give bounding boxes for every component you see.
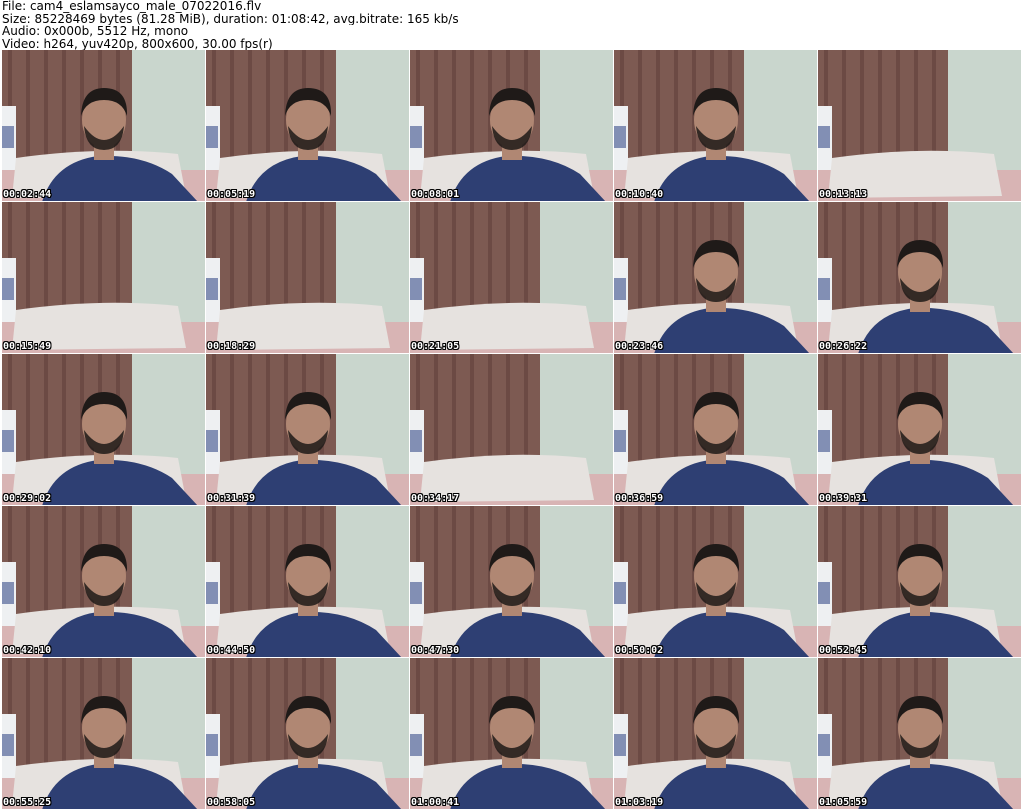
video-thumbnail: 00:05:19	[206, 50, 410, 202]
thumbnail-timestamp: 00:13:13	[819, 189, 868, 200]
thumbnail-timestamp: 00:18:29	[207, 341, 256, 352]
thumbnail-timestamp: 00:52:45	[819, 645, 868, 656]
thumbnail-frame-image	[2, 50, 205, 201]
thumbnail-frame-image	[818, 658, 1021, 809]
video-thumbnail: 00:31:39	[206, 354, 410, 506]
video-thumbnail: 01:00:41	[410, 658, 614, 810]
thumbnail-timestamp: 00:29:02	[3, 493, 52, 504]
thumbnail-timestamp: 01:05:59	[819, 797, 868, 808]
thumbnail-frame-image	[410, 202, 613, 353]
video-thumbnail: 00:39:31	[818, 354, 1022, 506]
file-name-line: File: cam4_eslamsayco_male_07022016.flv	[2, 0, 262, 13]
thumbnail-frame-image	[206, 354, 409, 505]
video-thumbnail: 00:42:10	[2, 506, 206, 658]
video-thumbnail: 00:21:05	[410, 202, 614, 354]
video-thumbnail: 00:47:30	[410, 506, 614, 658]
thumbnail-timestamp: 00:58:05	[207, 797, 256, 808]
video-thumbnail: 00:44:50	[206, 506, 410, 658]
thumbnail-timestamp: 01:03:19	[615, 797, 664, 808]
thumbnail-timestamp: 00:26:22	[819, 341, 868, 352]
thumbnail-timestamp: 00:42:10	[3, 645, 52, 656]
thumbnail-frame-image	[410, 506, 613, 657]
thumbnail-frame-image	[614, 354, 817, 505]
thumbnail-frame-image	[410, 354, 613, 505]
thumbnail-frame-image	[614, 50, 817, 201]
thumbnail-timestamp: 00:36:59	[615, 493, 664, 504]
video-info-line: Video: h264, yuv420p, 800x600, 30.00 fps…	[2, 37, 273, 50]
thumbnail-frame-image	[2, 354, 205, 505]
thumbnail-frame-image	[410, 658, 613, 809]
video-thumbnail: 00:29:02	[2, 354, 206, 506]
thumbnail-timestamp: 00:02:44	[3, 189, 52, 200]
thumbnail-timestamp: 00:44:50	[207, 645, 256, 656]
thumbnail-timestamp: 00:39:31	[819, 493, 868, 504]
thumbnail-timestamp: 00:08:01	[411, 189, 460, 200]
video-thumbnail: 00:13:13	[818, 50, 1022, 202]
video-thumbnail: 00:15:49	[2, 202, 206, 354]
thumbnail-frame-image	[2, 506, 205, 657]
thumbnail-frame-image	[818, 354, 1021, 505]
thumbnail-timestamp: 01:00:41	[411, 797, 460, 808]
thumbnail-grid: 00:02:44 00:05:19 00:08:01 00:10:40 00:13:13…	[2, 50, 1022, 810]
thumbnail-frame-image	[206, 202, 409, 353]
thumbnail-frame-image	[818, 50, 1021, 201]
thumbnail-timestamp: 00:15:49	[3, 341, 52, 352]
thumbnail-frame-image	[818, 202, 1021, 353]
thumbnail-frame-image	[410, 50, 613, 201]
thumbnail-timestamp: 00:55:25	[3, 797, 52, 808]
video-thumbnail: 00:36:59	[614, 354, 818, 506]
video-thumbnail: 00:23:46	[614, 202, 818, 354]
thumbnail-frame-image	[206, 658, 409, 809]
thumbnail-timestamp: 00:10:40	[615, 189, 664, 200]
video-thumbnail: 01:03:19	[614, 658, 818, 810]
thumbnail-timestamp: 00:23:46	[615, 341, 664, 352]
thumbnail-frame-image	[2, 202, 205, 353]
thumbnail-frame-image	[614, 658, 817, 809]
thumbnail-frame-image	[206, 50, 409, 201]
thumbnail-timestamp: 00:21:05	[411, 341, 460, 352]
thumbnail-timestamp: 00:05:19	[207, 189, 256, 200]
video-thumbnail: 00:50:02	[614, 506, 818, 658]
video-thumbnail: 00:08:01	[410, 50, 614, 202]
video-thumbnail: 00:34:17	[410, 354, 614, 506]
video-thumbnail: 00:55:25	[2, 658, 206, 810]
thumbnail-frame-image	[206, 506, 409, 657]
thumbnail-timestamp: 00:50:02	[615, 645, 664, 656]
video-thumbnail: 00:52:45	[818, 506, 1022, 658]
video-thumbnail: 00:18:29	[206, 202, 410, 354]
thumbnail-frame-image	[614, 506, 817, 657]
thumbnail-frame-image	[818, 506, 1021, 657]
thumbnail-timestamp: 00:31:39	[207, 493, 256, 504]
video-thumbnail: 00:02:44	[2, 50, 206, 202]
thumbnail-frame-image	[2, 658, 205, 809]
thumbnail-frame-image	[614, 202, 817, 353]
video-thumbnail: 01:05:59	[818, 658, 1022, 810]
video-thumbnail: 00:26:22	[818, 202, 1022, 354]
file-size-line: Size: 85228469 bytes (81.28 MiB), durati…	[2, 12, 459, 25]
thumbnail-timestamp: 00:34:17	[411, 493, 460, 504]
thumbnail-timestamp: 00:47:30	[411, 645, 460, 656]
file-info-header: File: cam4_eslamsayco_male_07022016.flv …	[2, 0, 1022, 50]
video-thumbnail: 00:10:40	[614, 50, 818, 202]
video-thumbnail: 00:58:05	[206, 658, 410, 810]
audio-info-line: Audio: 0x000b, 5512 Hz, mono	[2, 25, 189, 38]
